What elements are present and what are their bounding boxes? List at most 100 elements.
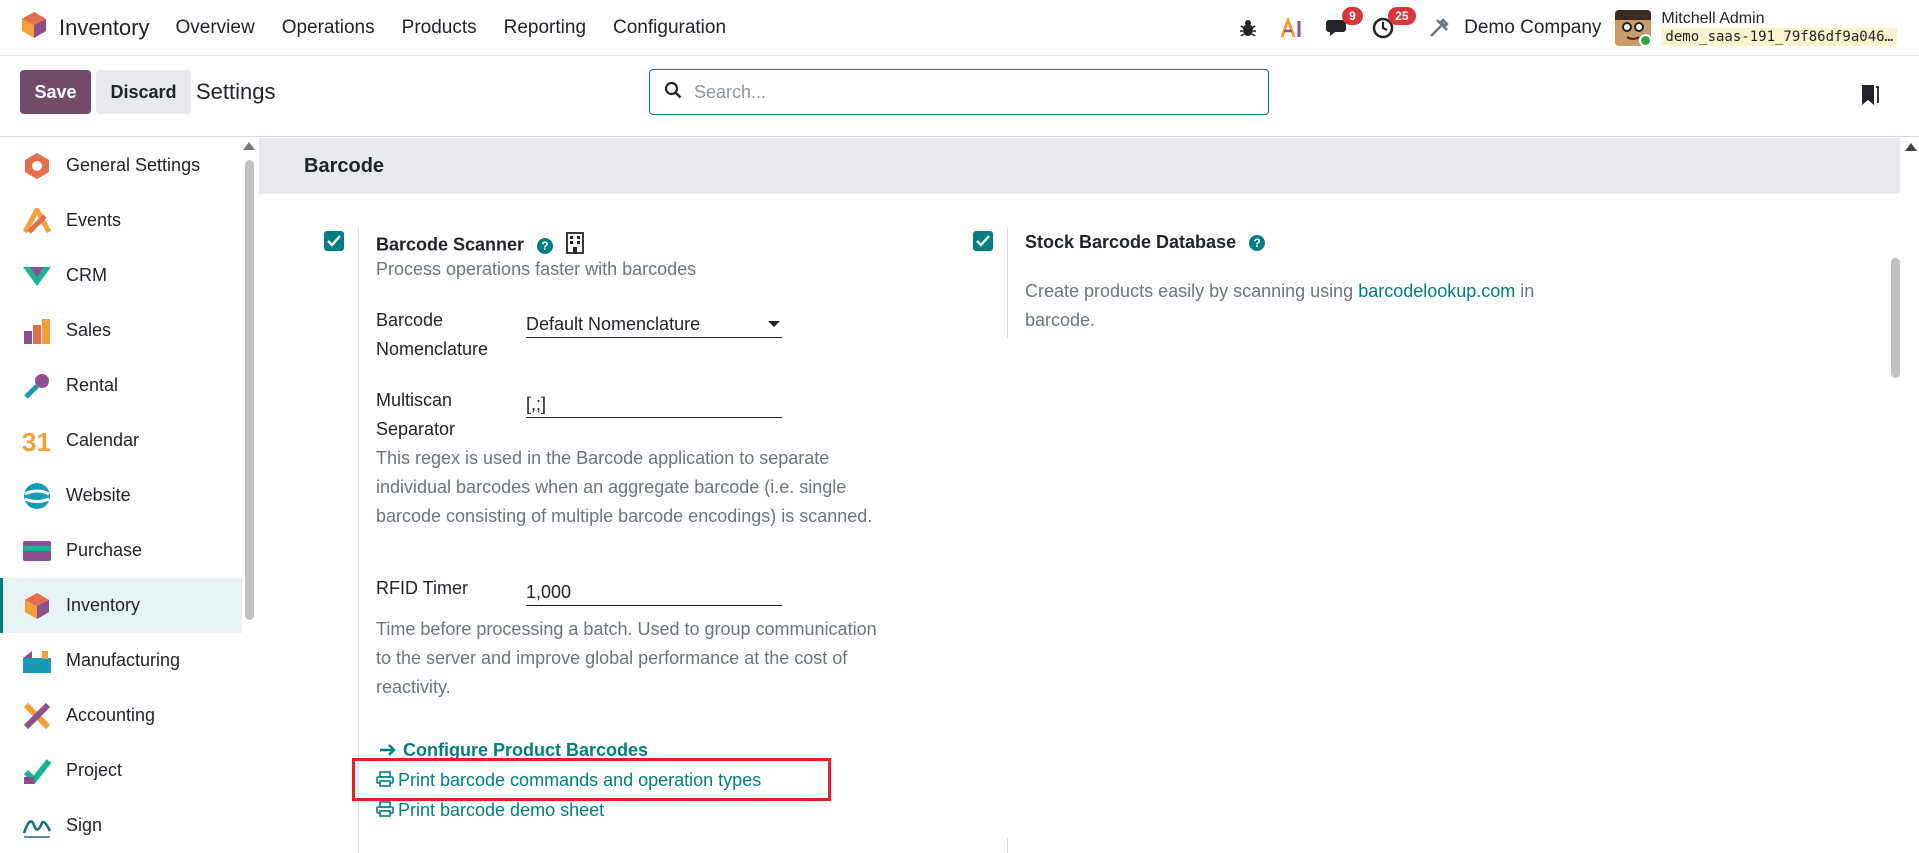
events-icon xyxy=(22,206,52,236)
bug-icon[interactable] xyxy=(1238,18,1258,38)
purchase-icon xyxy=(22,536,52,566)
setting-divider xyxy=(1007,228,1008,338)
nomenclature-label: Barcode Nomenclature xyxy=(376,306,488,364)
section-title-barcode: Barcode xyxy=(259,138,1900,194)
sidebar-item-purchase[interactable]: Purchase xyxy=(0,523,242,578)
multiscan-help-line1: This regex is used in the Barcode applic… xyxy=(376,448,830,468)
content-scroll-up-arrow-icon[interactable] xyxy=(1905,143,1917,151)
sidebar-item-project[interactable]: Project xyxy=(0,743,242,798)
sidebar-item-general-settings[interactable]: General Settings xyxy=(0,138,242,193)
stock-barcode-database-label: Stock Barcode Database xyxy=(1025,232,1237,252)
sidebar-item-crm[interactable]: CRM xyxy=(0,248,242,303)
accounting-icon xyxy=(22,701,52,731)
messages-badge: 9 xyxy=(1342,7,1363,25)
multiscan-help-line2: individual barcodes when an aggregate ba… xyxy=(376,477,847,497)
inventory-icon xyxy=(22,591,52,621)
menu-reporting[interactable]: Reporting xyxy=(504,17,586,39)
sidebar-scrollbar-thumb[interactable] xyxy=(245,160,254,620)
website-icon xyxy=(22,481,52,511)
sidebar-item-label: Sales xyxy=(66,320,112,340)
crm-icon xyxy=(22,261,52,291)
sidebar-item-label: Purchase xyxy=(66,540,143,560)
nomenclature-label-line1: Barcode xyxy=(376,310,444,330)
online-status-dot xyxy=(1639,34,1652,46)
sidebar-item-sign[interactable]: Sign xyxy=(0,798,242,853)
menu-operations[interactable]: Operations xyxy=(282,17,375,39)
sidebar-item-website[interactable]: Website xyxy=(0,468,242,523)
manufacturing-icon xyxy=(22,646,52,676)
multiscan-label: Multiscan Separator xyxy=(376,386,455,444)
project-icon xyxy=(22,756,52,786)
messages-icon[interactable]: 9 xyxy=(1326,7,1363,39)
multiscan-help-line3: barcode consisting of multiple barcode e… xyxy=(376,506,873,526)
help-icon[interactable]: ? xyxy=(1249,235,1266,252)
tools-icon[interactable] xyxy=(1428,17,1450,39)
stock-barcode-database-checkbox[interactable] xyxy=(973,231,993,251)
settings-content: Barcode Barcode Scanner ? Process operat… xyxy=(259,138,1900,853)
save-button[interactable]: Save xyxy=(20,70,91,114)
menu-configuration[interactable]: Configuration xyxy=(613,17,726,39)
main-menu: Overview Operations Products Reporting C… xyxy=(176,17,754,39)
rental-icon xyxy=(22,371,52,401)
user-menu[interactable]: Mitchell Admin demo_saas-191_79f86df9a04… xyxy=(1661,10,1897,46)
ai-icon[interactable] xyxy=(1280,18,1304,38)
sales-icon xyxy=(22,316,52,346)
multiscan-separator-input[interactable]: [,;] xyxy=(526,388,782,418)
sidebar-item-rental[interactable]: Rental xyxy=(0,358,242,413)
desc-suffix: in xyxy=(1515,281,1535,301)
discard-button[interactable]: Discard xyxy=(96,70,191,114)
sidebar-item-calendar[interactable]: 31 Calendar xyxy=(0,413,242,468)
checkmark-icon xyxy=(976,235,990,247)
print-barcode-demo-sheet-link[interactable]: Print barcode demo sheet xyxy=(376,800,604,822)
search-icon xyxy=(664,81,682,104)
rfid-timer-input[interactable]: 1,000 xyxy=(526,576,782,606)
database-name: demo_saas-191_79f86df9a046… xyxy=(1661,28,1897,46)
svg-text:31: 31 xyxy=(22,427,51,455)
sidebar-item-manufacturing[interactable]: Manufacturing xyxy=(0,633,242,688)
sidebar-item-label: Events xyxy=(66,210,122,230)
user-avatar[interactable] xyxy=(1615,10,1652,46)
menu-overview[interactable]: Overview xyxy=(176,17,255,39)
nomenclature-select[interactable]: Default Nomenclature xyxy=(526,308,782,338)
search-box[interactable] xyxy=(649,69,1269,115)
search-input[interactable] xyxy=(694,81,1254,103)
sidebar-item-label: General Settings xyxy=(66,155,201,175)
sidebar-item-inventory[interactable]: Inventory xyxy=(0,578,242,633)
stock-barcode-database-description: Create products easily by scanning using… xyxy=(1025,277,1534,335)
scroll-up-arrow-icon[interactable] xyxy=(243,142,255,150)
company-switcher[interactable]: Demo Company xyxy=(1464,17,1601,39)
help-icon[interactable]: ? xyxy=(537,237,554,254)
sidebar-item-sales[interactable]: Sales xyxy=(0,303,242,358)
app-brand[interactable]: Inventory xyxy=(21,11,150,44)
app-name: Inventory xyxy=(59,14,150,40)
sidebar-item-label: Inventory xyxy=(66,595,141,615)
sidebar-item-events[interactable]: Events xyxy=(0,193,242,248)
settings-sidebar: General Settings Events CRM Sales Rental… xyxy=(0,138,243,853)
multiscan-help: This regex is used in the Barcode applic… xyxy=(376,444,872,531)
bookmark-icon[interactable] xyxy=(1861,84,1879,111)
setting-divider xyxy=(1007,838,1008,853)
multiscan-value: [,;] xyxy=(526,394,547,414)
chevron-down-icon xyxy=(768,321,780,327)
sidebar-item-label: Accounting xyxy=(66,705,156,725)
activities-badge: 25 xyxy=(1388,7,1416,25)
rfid-help-line1: Time before processing a batch. Used to … xyxy=(376,619,877,639)
menu-products[interactable]: Products xyxy=(402,17,477,39)
barcode-scanner-checkbox[interactable] xyxy=(324,231,344,251)
barcodelookup-link[interactable]: barcodelookup.com xyxy=(1358,281,1515,301)
multiscan-label-line2: Separator xyxy=(376,419,456,439)
top-navbar: Inventory Overview Operations Products R… xyxy=(0,0,1919,56)
rfid-help: Time before processing a batch. Used to … xyxy=(376,615,877,702)
sidebar-item-label: Manufacturing xyxy=(66,650,181,670)
barcode-scanner-description: Process operations faster with barcodes xyxy=(376,259,697,279)
general-settings-icon xyxy=(22,151,52,181)
nomenclature-label-line2: Nomenclature xyxy=(376,339,489,359)
sidebar-item-accounting[interactable]: Accounting xyxy=(0,688,242,743)
barcode-scanner-label: Barcode Scanner xyxy=(376,234,525,255)
activities-icon[interactable]: 25 xyxy=(1372,7,1416,39)
printer-icon xyxy=(376,800,394,822)
control-panel: Save Discard Settings xyxy=(0,57,1919,137)
inventory-app-icon xyxy=(21,11,47,44)
checkmark-icon xyxy=(327,235,341,247)
content-scrollbar-thumb[interactable] xyxy=(1891,258,1900,378)
